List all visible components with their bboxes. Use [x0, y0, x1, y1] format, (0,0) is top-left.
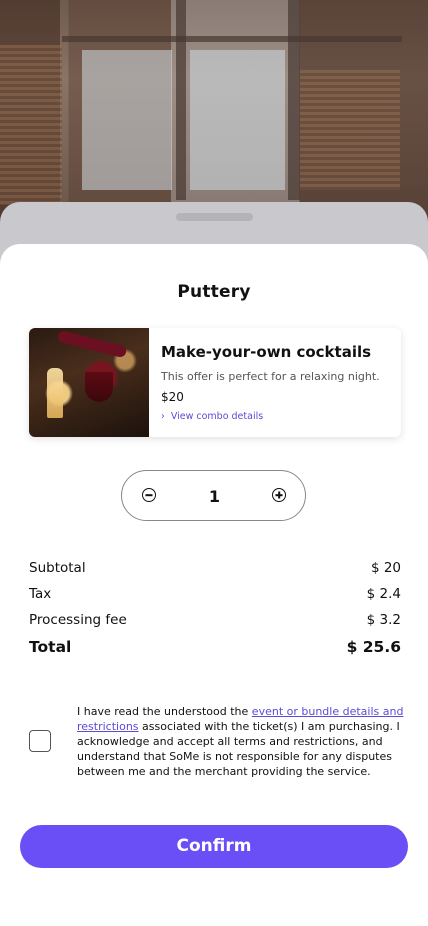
subtotal-label: Subtotal [29, 560, 86, 576]
wine-glass-shape [85, 372, 113, 402]
processing-fee-value: $ 3.2 [366, 612, 401, 628]
view-combo-details-link[interactable]: › View combo details [161, 411, 263, 422]
terms-text: I have read the understood the event or … [77, 704, 407, 779]
champagne-glass-shape [47, 368, 63, 418]
terms-prefix: I have read the understood the [77, 705, 252, 718]
chevron-right-icon: › [161, 411, 165, 422]
offer-image [29, 328, 149, 437]
offer-description: This offer is perfect for a relaxing nig… [161, 370, 380, 383]
quantity-stepper: 1 [121, 470, 306, 521]
total-value: $ 25.6 [346, 638, 401, 656]
tax-label: Tax [29, 586, 52, 602]
total-label: Total [29, 638, 72, 656]
subtotal-value: $ 20 [370, 560, 401, 576]
sheet-drag-handle[interactable] [176, 213, 253, 221]
tax-value: $ 2.4 [366, 586, 401, 602]
processing-fee-label: Processing fee [29, 612, 127, 628]
view-combo-details-label: View combo details [170, 411, 264, 422]
terms-checkbox[interactable] [29, 730, 51, 752]
offer-title: Make-your-own cocktails [161, 343, 372, 361]
merchant-name: Puttery [177, 282, 251, 302]
bottle-shape [56, 329, 128, 359]
offer-price: $20 [161, 390, 184, 404]
increment-icon[interactable] [272, 488, 286, 502]
confirm-button[interactable]: Confirm [20, 825, 408, 868]
